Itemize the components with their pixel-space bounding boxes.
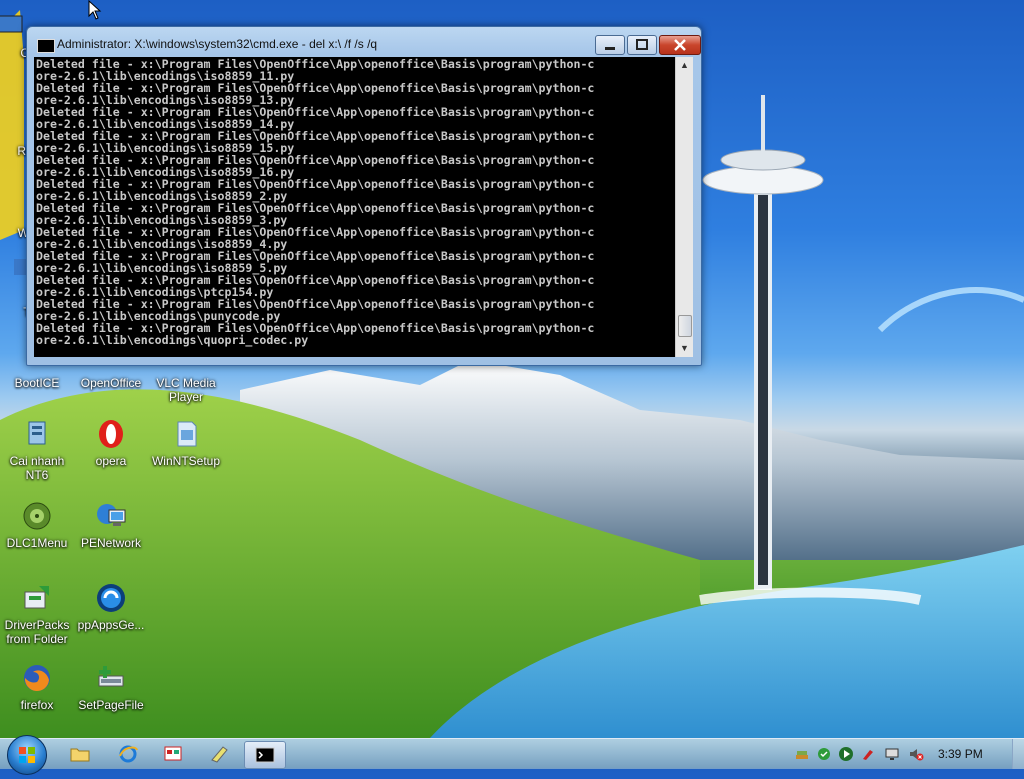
network-icon (97, 504, 126, 526)
taskbar-app-button[interactable] (153, 741, 193, 767)
desktop-icon-cai-nhanh-nt6[interactable]: Cai nhanh NT6 (0, 418, 77, 482)
desktop-icon-firefox[interactable]: firefox (0, 662, 77, 712)
app-icon (14, 259, 26, 275)
tool-icon (863, 750, 873, 760)
desktop-icon-label: OpenOffice (80, 376, 142, 390)
desktop-icon-label: SetPageFile (78, 698, 144, 712)
desktop-icon-label: firefox (20, 698, 54, 712)
opera-icon (99, 420, 123, 448)
internet-explorer-icon (119, 745, 138, 763)
window-app-icon (164, 746, 182, 761)
tray-app-icon-2[interactable] (816, 746, 832, 762)
scroll-thumb[interactable] (678, 315, 692, 337)
minimize-button[interactable] (595, 35, 625, 55)
console-lines: Deleted file - x:\Program Files\OpenOffi… (34, 57, 675, 346)
cmd-taskbar-icon (255, 747, 275, 763)
taskbar-cmd-button[interactable] (244, 741, 286, 769)
desktop: Co Rec Win A Tru BootICE OpenOffice VLC … (0, 0, 1024, 738)
winntsetup-icon (177, 421, 197, 447)
desktop-icon-label: DriverPacks from Folder (4, 618, 70, 646)
desktop-icon-winntsetup[interactable]: WinNTSetup (146, 418, 226, 468)
console-line: ore-2.6.1\lib\encodings\quopri_codec.py (36, 333, 309, 347)
windows-icon (0, 190, 24, 222)
close-icon (674, 39, 686, 51)
taskbar-ie-button[interactable] (108, 741, 148, 767)
paint-icon (211, 746, 228, 763)
tray-app-icon-1[interactable] (794, 746, 810, 762)
system-tray: 3:39 PM (790, 739, 1024, 769)
ppapps-icon (97, 584, 125, 612)
taskbar-explorer-button[interactable] (60, 741, 100, 767)
cmd-window[interactable]: Administrator: X:\windows\system32\cmd.e… (26, 26, 702, 366)
cmd-icon (37, 39, 55, 53)
tray-app-icon-3[interactable] (860, 746, 876, 762)
windows-logo-icon (19, 747, 35, 763)
desktop-icon-driverpacks[interactable]: DriverPacks from Folder (0, 582, 77, 646)
computer-icon (0, 15, 23, 33)
desktop-icon-label: ppAppsGe... (77, 618, 145, 632)
tray-network-icon[interactable] (884, 746, 900, 762)
installer-icon (28, 421, 46, 445)
console-output[interactable]: Deleted file - x:\Program Files\OpenOffi… (34, 57, 675, 357)
desktop-icon-opera[interactable]: opera (71, 418, 151, 468)
desktop-icon-penetwork[interactable]: PENetwork (71, 500, 151, 550)
start-button[interactable] (7, 735, 47, 775)
desktop-icon-label: VLC Media Player (156, 376, 216, 404)
vertical-scrollbar[interactable]: ▲ ▼ (675, 57, 693, 357)
maximize-button[interactable] (627, 35, 657, 55)
desktop-icon-label: DLC1Menu (6, 536, 68, 550)
dlc-icon (23, 502, 51, 530)
tray-media-icon[interactable] (838, 746, 854, 762)
close-button[interactable] (659, 35, 701, 55)
shield-check-icon (818, 748, 830, 760)
play-icon (839, 747, 853, 761)
stack-icon (796, 751, 808, 759)
maximize-icon (636, 39, 648, 50)
clock[interactable]: 3:39 PM (938, 747, 983, 761)
driverpacks-icon (24, 586, 49, 609)
folder-icon (70, 748, 90, 762)
show-desktop-button[interactable] (1012, 739, 1024, 769)
desktop-icon-label: BootICE (14, 376, 60, 390)
minimize-icon (605, 47, 615, 50)
taskbar-paint-button[interactable] (199, 741, 239, 767)
window-title: Administrator: X:\windows\system32\cmd.e… (57, 37, 378, 51)
window-titlebar[interactable]: Administrator: X:\windows\system32\cmd.e… (27, 27, 701, 59)
tray-volume-icon[interactable] (908, 746, 924, 762)
recycle-bin-icon (0, 108, 24, 140)
desktop-icon-dlc1menu[interactable]: DLC1Menu (0, 500, 77, 550)
mouse-pointer-icon (88, 0, 102, 20)
desktop-icon-label: opera (95, 454, 127, 468)
desktop-icon-ppappsge[interactable]: ppAppsGe... (71, 582, 151, 632)
desktop-icon-label: PENetwork (80, 536, 142, 550)
scroll-up-arrow-icon[interactable]: ▲ (676, 57, 693, 74)
firefox-icon (24, 665, 50, 692)
scroll-down-arrow-icon[interactable]: ▼ (676, 340, 693, 357)
volume-muted-icon (910, 749, 924, 761)
setpagefile-icon (98, 666, 124, 687)
desktop-icon-label: Cai nhanh NT6 (9, 454, 65, 482)
desktop-icon-setpagefile[interactable]: SetPageFile (71, 662, 151, 712)
desktop-icon-label: WinNTSetup (151, 454, 221, 468)
network-monitor-icon (885, 748, 899, 760)
taskbar: 3:39 PM (0, 735, 1024, 775)
